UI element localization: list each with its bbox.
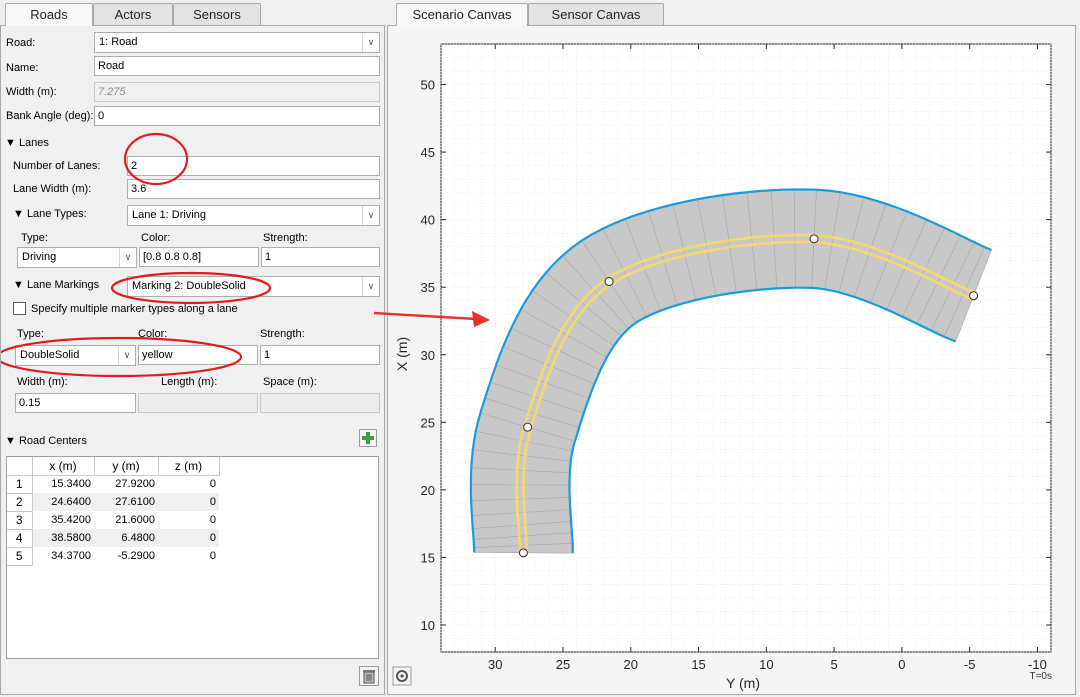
left-panel: Roads Actors Sensors Road: 1: Road ∨ Nam… bbox=[0, 0, 386, 697]
row-number: 4 bbox=[7, 529, 33, 548]
row-number: 2 bbox=[7, 493, 33, 512]
road-center-point-1 bbox=[518, 548, 528, 558]
x-tick-label: 45 bbox=[421, 145, 435, 160]
x-tick-label: 25 bbox=[421, 415, 435, 430]
y-tick-label: 0 bbox=[898, 657, 905, 672]
col-header-x[interactable]: x (m) bbox=[32, 457, 95, 476]
cell-z[interactable]: 0 bbox=[158, 493, 219, 511]
cell-y[interactable]: 21.6000 bbox=[94, 511, 158, 529]
x-tick-label: 35 bbox=[421, 280, 435, 295]
y-tick-label: -10 bbox=[1028, 657, 1047, 672]
trash-icon bbox=[363, 670, 375, 684]
road-center-point-2 bbox=[523, 422, 533, 432]
cell-x[interactable]: 38.5800 bbox=[32, 529, 94, 547]
y-axis-title: Y (m) bbox=[726, 675, 760, 691]
table-row[interactable]: 2 24.6400 27.6100 0 bbox=[7, 493, 219, 512]
x-tick-label: 50 bbox=[421, 78, 435, 93]
y-tick-label: 25 bbox=[556, 657, 570, 672]
tab-scenario-canvas[interactable]: Scenario Canvas bbox=[396, 3, 528, 26]
annotation-ellipse-lanes bbox=[123, 132, 189, 186]
x-tick-label: 40 bbox=[421, 213, 435, 228]
add-row-button[interactable] bbox=[359, 429, 377, 447]
road-centers-table[interactable]: x (m) y (m) z (m) 1 15.3400 27.9200 0 2 … bbox=[6, 456, 379, 659]
red-annotations bbox=[1, 132, 272, 378]
cell-z[interactable]: 0 bbox=[158, 511, 219, 529]
road-center-point-3 bbox=[604, 277, 614, 287]
road-center-point-5 bbox=[969, 291, 979, 301]
cell-x[interactable]: 35.4200 bbox=[32, 511, 94, 529]
right-tabbar: Scenario Canvas Sensor Canvas bbox=[387, 3, 1080, 26]
cell-x[interactable]: 34.3700 bbox=[32, 547, 94, 565]
y-tick-label: -5 bbox=[964, 657, 976, 672]
tab-sensors[interactable]: Sensors bbox=[173, 3, 261, 25]
annotation-ellipse-marking bbox=[110, 271, 272, 305]
x-tick-label: 20 bbox=[421, 483, 435, 498]
scenario-canvas-pane: 10 15 20 25 30 35 40 45 50 30 25 20 15 10 5 0 -5 -10 Y (m… bbox=[387, 25, 1076, 695]
col-header-z[interactable]: z (m) bbox=[158, 457, 220, 476]
cell-y[interactable]: 27.6100 bbox=[94, 493, 158, 511]
red-arrow-annotation bbox=[373, 311, 490, 327]
table-corner bbox=[7, 457, 33, 476]
tab-roads[interactable]: Roads bbox=[5, 3, 93, 26]
table-row[interactable]: 1 15.3400 27.9200 0 bbox=[7, 475, 219, 494]
arrow-head bbox=[472, 311, 490, 327]
cell-y[interactable]: 27.9200 bbox=[94, 475, 158, 493]
cell-z[interactable]: 0 bbox=[158, 547, 219, 565]
sim-time-label: T=0s bbox=[1029, 671, 1052, 682]
y-tick-label: 15 bbox=[691, 657, 705, 672]
annotation-ellipse-type bbox=[1, 336, 243, 378]
x-axis-title: X (m) bbox=[394, 337, 410, 371]
road-centers-toggle[interactable]: ▼ Road Centers bbox=[5, 435, 87, 447]
col-header-y[interactable]: y (m) bbox=[94, 457, 159, 476]
y-tick-label: 5 bbox=[830, 657, 837, 672]
table-row[interactable]: 5 34.3700 -5.2900 0 bbox=[7, 547, 219, 566]
arrow-shaft bbox=[373, 311, 477, 321]
road-center-point-4 bbox=[809, 234, 819, 244]
cell-y[interactable]: -5.2900 bbox=[94, 547, 158, 565]
left-tabbar: Roads Actors Sensors bbox=[0, 3, 386, 26]
cell-y[interactable]: 6.4800 bbox=[94, 529, 158, 547]
roads-pane: Road: 1: Road ∨ Name: Road Width (m): 7.… bbox=[0, 25, 385, 695]
tab-actors[interactable]: Actors bbox=[93, 3, 173, 25]
cell-z[interactable]: 0 bbox=[158, 475, 219, 493]
x-tick-label: 10 bbox=[421, 618, 435, 633]
plus-icon bbox=[362, 432, 374, 444]
scenario-canvas[interactable]: 10152025303540455030 25 20 15 10 5 0 -5 -10 Y (m… bbox=[388, 26, 1077, 696]
y-tick-label: 30 bbox=[488, 657, 502, 672]
cell-x[interactable]: 15.3400 bbox=[32, 475, 94, 493]
cell-x[interactable]: 24.6400 bbox=[32, 493, 94, 511]
y-tick-label: 10 bbox=[759, 657, 773, 672]
table-row[interactable]: 3 35.4200 21.6000 0 bbox=[7, 511, 219, 530]
table-header-row: x (m) y (m) z (m) bbox=[7, 457, 220, 476]
row-number: 1 bbox=[7, 475, 33, 494]
table-row[interactable]: 4 38.5800 6.4800 0 bbox=[7, 529, 219, 548]
tab-sensor-canvas[interactable]: Sensor Canvas bbox=[528, 3, 664, 25]
row-number: 5 bbox=[7, 547, 33, 566]
x-tick-label: 15 bbox=[421, 550, 435, 565]
cell-z[interactable]: 0 bbox=[158, 529, 219, 547]
x-tick-label: 30 bbox=[421, 348, 435, 363]
settings-button[interactable] bbox=[392, 666, 412, 686]
y-tick-label: 20 bbox=[624, 657, 638, 672]
delete-row-button[interactable] bbox=[359, 666, 379, 686]
row-number: 3 bbox=[7, 511, 33, 530]
